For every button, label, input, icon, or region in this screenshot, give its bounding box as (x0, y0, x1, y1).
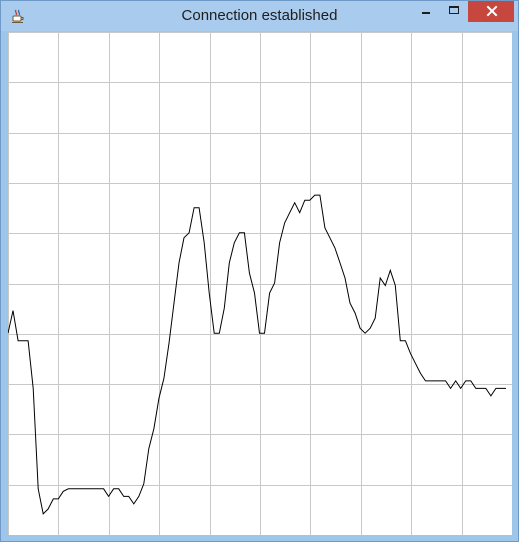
minimize-button[interactable] (411, 1, 440, 22)
plot-panel (8, 32, 512, 535)
maximize-icon (449, 6, 459, 14)
chart-grid (8, 32, 512, 535)
chart-series (8, 194, 506, 515)
title-bar[interactable]: Connection established (1, 1, 518, 31)
line-chart (8, 32, 512, 535)
minimize-icon (422, 12, 430, 14)
series-line-0 (8, 194, 506, 515)
close-button[interactable] (468, 1, 514, 22)
close-icon (486, 5, 498, 17)
app-window: Connection established (0, 0, 519, 542)
maximize-button[interactable] (440, 1, 468, 22)
